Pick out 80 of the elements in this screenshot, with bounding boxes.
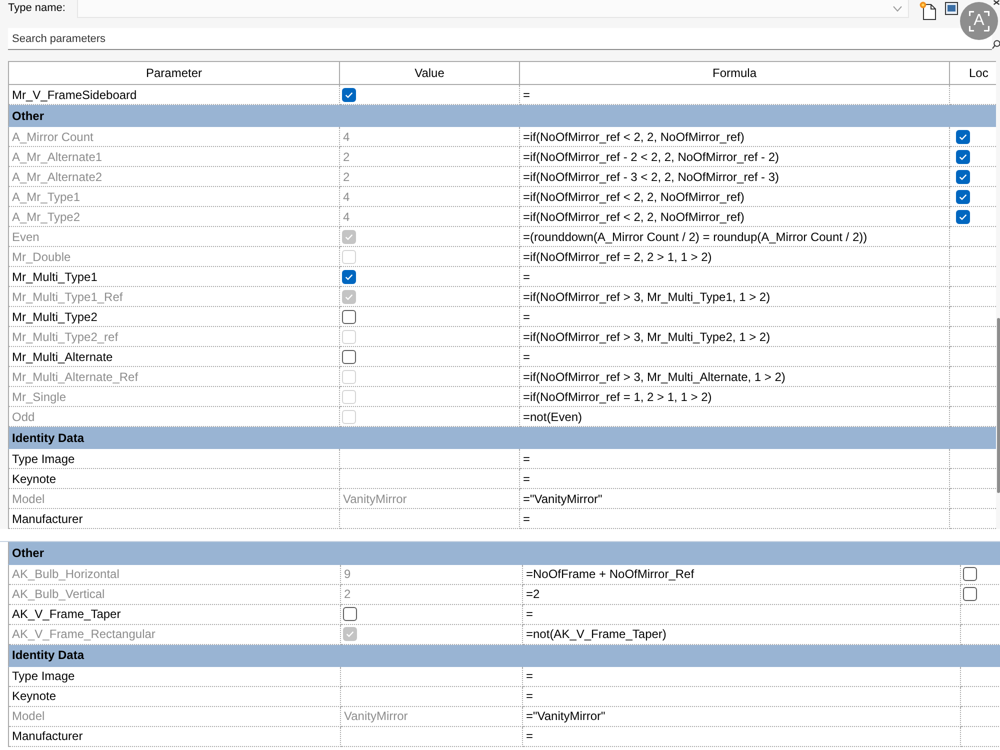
formula-cell: =if(NoOfMirror_ref > 3, Mr_Multi_Type2, 1 > 2) <box>520 326 950 346</box>
scrollbar-thumb[interactable] <box>996 318 1000 493</box>
parameter-cell: Mr_Multi_Type2_ref <box>8 326 340 346</box>
new-document-icon[interactable] <box>919 1 937 20</box>
value-checkbox[interactable] <box>343 607 357 621</box>
parameter-cell: Mr_Multi_Type2 <box>8 306 340 326</box>
formula-cell: =if(NoOfMirror_ref > 3, Mr_Multi_Alternate, 1 > 2) <box>520 366 950 386</box>
parameter-cell: A_Mr_Alternate1 <box>8 146 340 166</box>
value-cell: 2 <box>340 584 522 604</box>
parameter-cell: Even <box>8 226 340 246</box>
formula-cell: =2 <box>522 584 960 604</box>
formula-cell: = <box>520 306 950 326</box>
formula-cell: =if(NoOfMirror_ref = 1, 2 > 1, 1 > 2) <box>520 386 950 406</box>
formula-cell: = <box>522 726 960 746</box>
formula-cell: =not(AK_V_Frame_Taper) <box>522 624 960 644</box>
parameter-cell: A_Mirror Count <box>8 126 340 146</box>
parameter-cell: Mr_Multi_Alternate_Ref <box>8 366 340 386</box>
picture-icon[interactable] <box>945 2 958 15</box>
parameter-cell: Mr_Double <box>8 246 340 266</box>
value-checkbox[interactable] <box>342 310 356 324</box>
formula-cell: = <box>520 468 950 488</box>
formula-cell: = <box>522 686 960 706</box>
formula-cell: = <box>520 266 950 286</box>
group-header: Identity Data <box>8 644 1000 666</box>
value-cell: 4 <box>340 126 520 146</box>
parameter-cell: AK_Bulb_Horizontal <box>8 564 340 584</box>
group-header: Identity Data <box>8 426 996 448</box>
parameter-cell: A_Mr_Alternate2 <box>8 166 340 186</box>
value-cell: 9 <box>340 564 522 584</box>
parameter-cell: A_Mr_Type1 <box>8 186 340 206</box>
formula-cell: =if(NoOfMirror_ref < 2, 2, NoOfMirror_ref) <box>520 186 950 206</box>
value-cell: VanityMirror <box>340 706 522 726</box>
parameter-cell: Model <box>8 706 340 726</box>
parameter-cell: Mr_Multi_Type1 <box>8 266 340 286</box>
parameter-cell: AK_V_Frame_Rectangular <box>8 624 340 644</box>
value-cell: 4 <box>340 186 520 206</box>
formula-cell: = <box>520 346 950 366</box>
parameter-cell: Keynote <box>8 468 340 488</box>
parameter-cell: AK_V_Frame_Taper <box>8 604 340 624</box>
column-header[interactable]: Value <box>340 62 520 84</box>
value-cell: 2 <box>340 146 520 166</box>
formula-cell: =(rounddown(A_Mirror Count / 2) = roundup(A_Mirror Count / 2)) <box>520 226 950 246</box>
parameter-cell: Type Image <box>8 666 340 686</box>
column-header[interactable]: Parameter <box>8 62 340 84</box>
value-cell: 4 <box>340 206 520 226</box>
value-checkbox[interactable] <box>342 270 356 284</box>
formula-cell: =if(NoOfMirror_ref < 2, 2, NoOfMirror_ref) <box>520 206 950 226</box>
caret-icon <box>893 6 902 12</box>
formula-cell: =if(NoOfMirror_ref - 3 < 2, 2, NoOfMirror_ref - 3) <box>520 166 950 186</box>
column-header[interactable]: Formula <box>520 62 950 84</box>
parameter-cell: Mr_Single <box>8 386 340 406</box>
parameter-cell: Manufacturer <box>8 726 340 746</box>
formula-cell: ="VanityMirror" <box>522 706 960 726</box>
column-header[interactable]: Loc <box>950 62 996 84</box>
parameter-cell: Mr_Multi_Alternate <box>8 346 340 366</box>
group-header: Other <box>8 542 1000 564</box>
formula-cell: =if(NoOfMirror_ref > 3, Mr_Multi_Type1, 1 > 2) <box>520 286 950 306</box>
formula-cell: = <box>522 666 960 686</box>
value-cell: 2 <box>340 166 520 186</box>
formula-cell: =if(NoOfMirror_ref = 2, 2 > 1, 1 > 2) <box>520 246 950 266</box>
formula-cell: =if(NoOfMirror_ref - 2 < 2, 2, NoOfMirror_ref - 2) <box>520 146 950 166</box>
search-field[interactable]: Search parameters <box>8 28 992 50</box>
formula-cell: =NoOfFrame + NoOfMirror_Ref <box>522 564 960 584</box>
formula-cell: =if(NoOfMirror_ref < 2, 2, NoOfMirror_ref) <box>520 126 950 146</box>
value-checkbox[interactable] <box>342 88 356 102</box>
parameter-cell: Mr_Multi_Type1_Ref <box>8 286 340 306</box>
formula-cell: = <box>520 448 950 468</box>
parameter-cell: A_Mr_Type2 <box>8 206 340 226</box>
close-icon[interactable] <box>993 0 1000 5</box>
search-icon[interactable] <box>992 40 1000 49</box>
parameter-cell: AK_Bulb_Vertical <box>8 584 340 604</box>
value-cell: VanityMirror <box>340 488 520 508</box>
formula-cell: = <box>522 604 960 624</box>
group-header: Other <box>8 104 996 126</box>
parameter-cell: Keynote <box>8 686 340 706</box>
parameter-cell: Model <box>8 488 340 508</box>
value-checkbox[interactable] <box>342 350 356 364</box>
type-name-label: Type name: <box>8 1 66 15</box>
formula-cell: ="VanityMirror" <box>520 488 950 508</box>
parameter-cell: Type Image <box>8 448 340 468</box>
